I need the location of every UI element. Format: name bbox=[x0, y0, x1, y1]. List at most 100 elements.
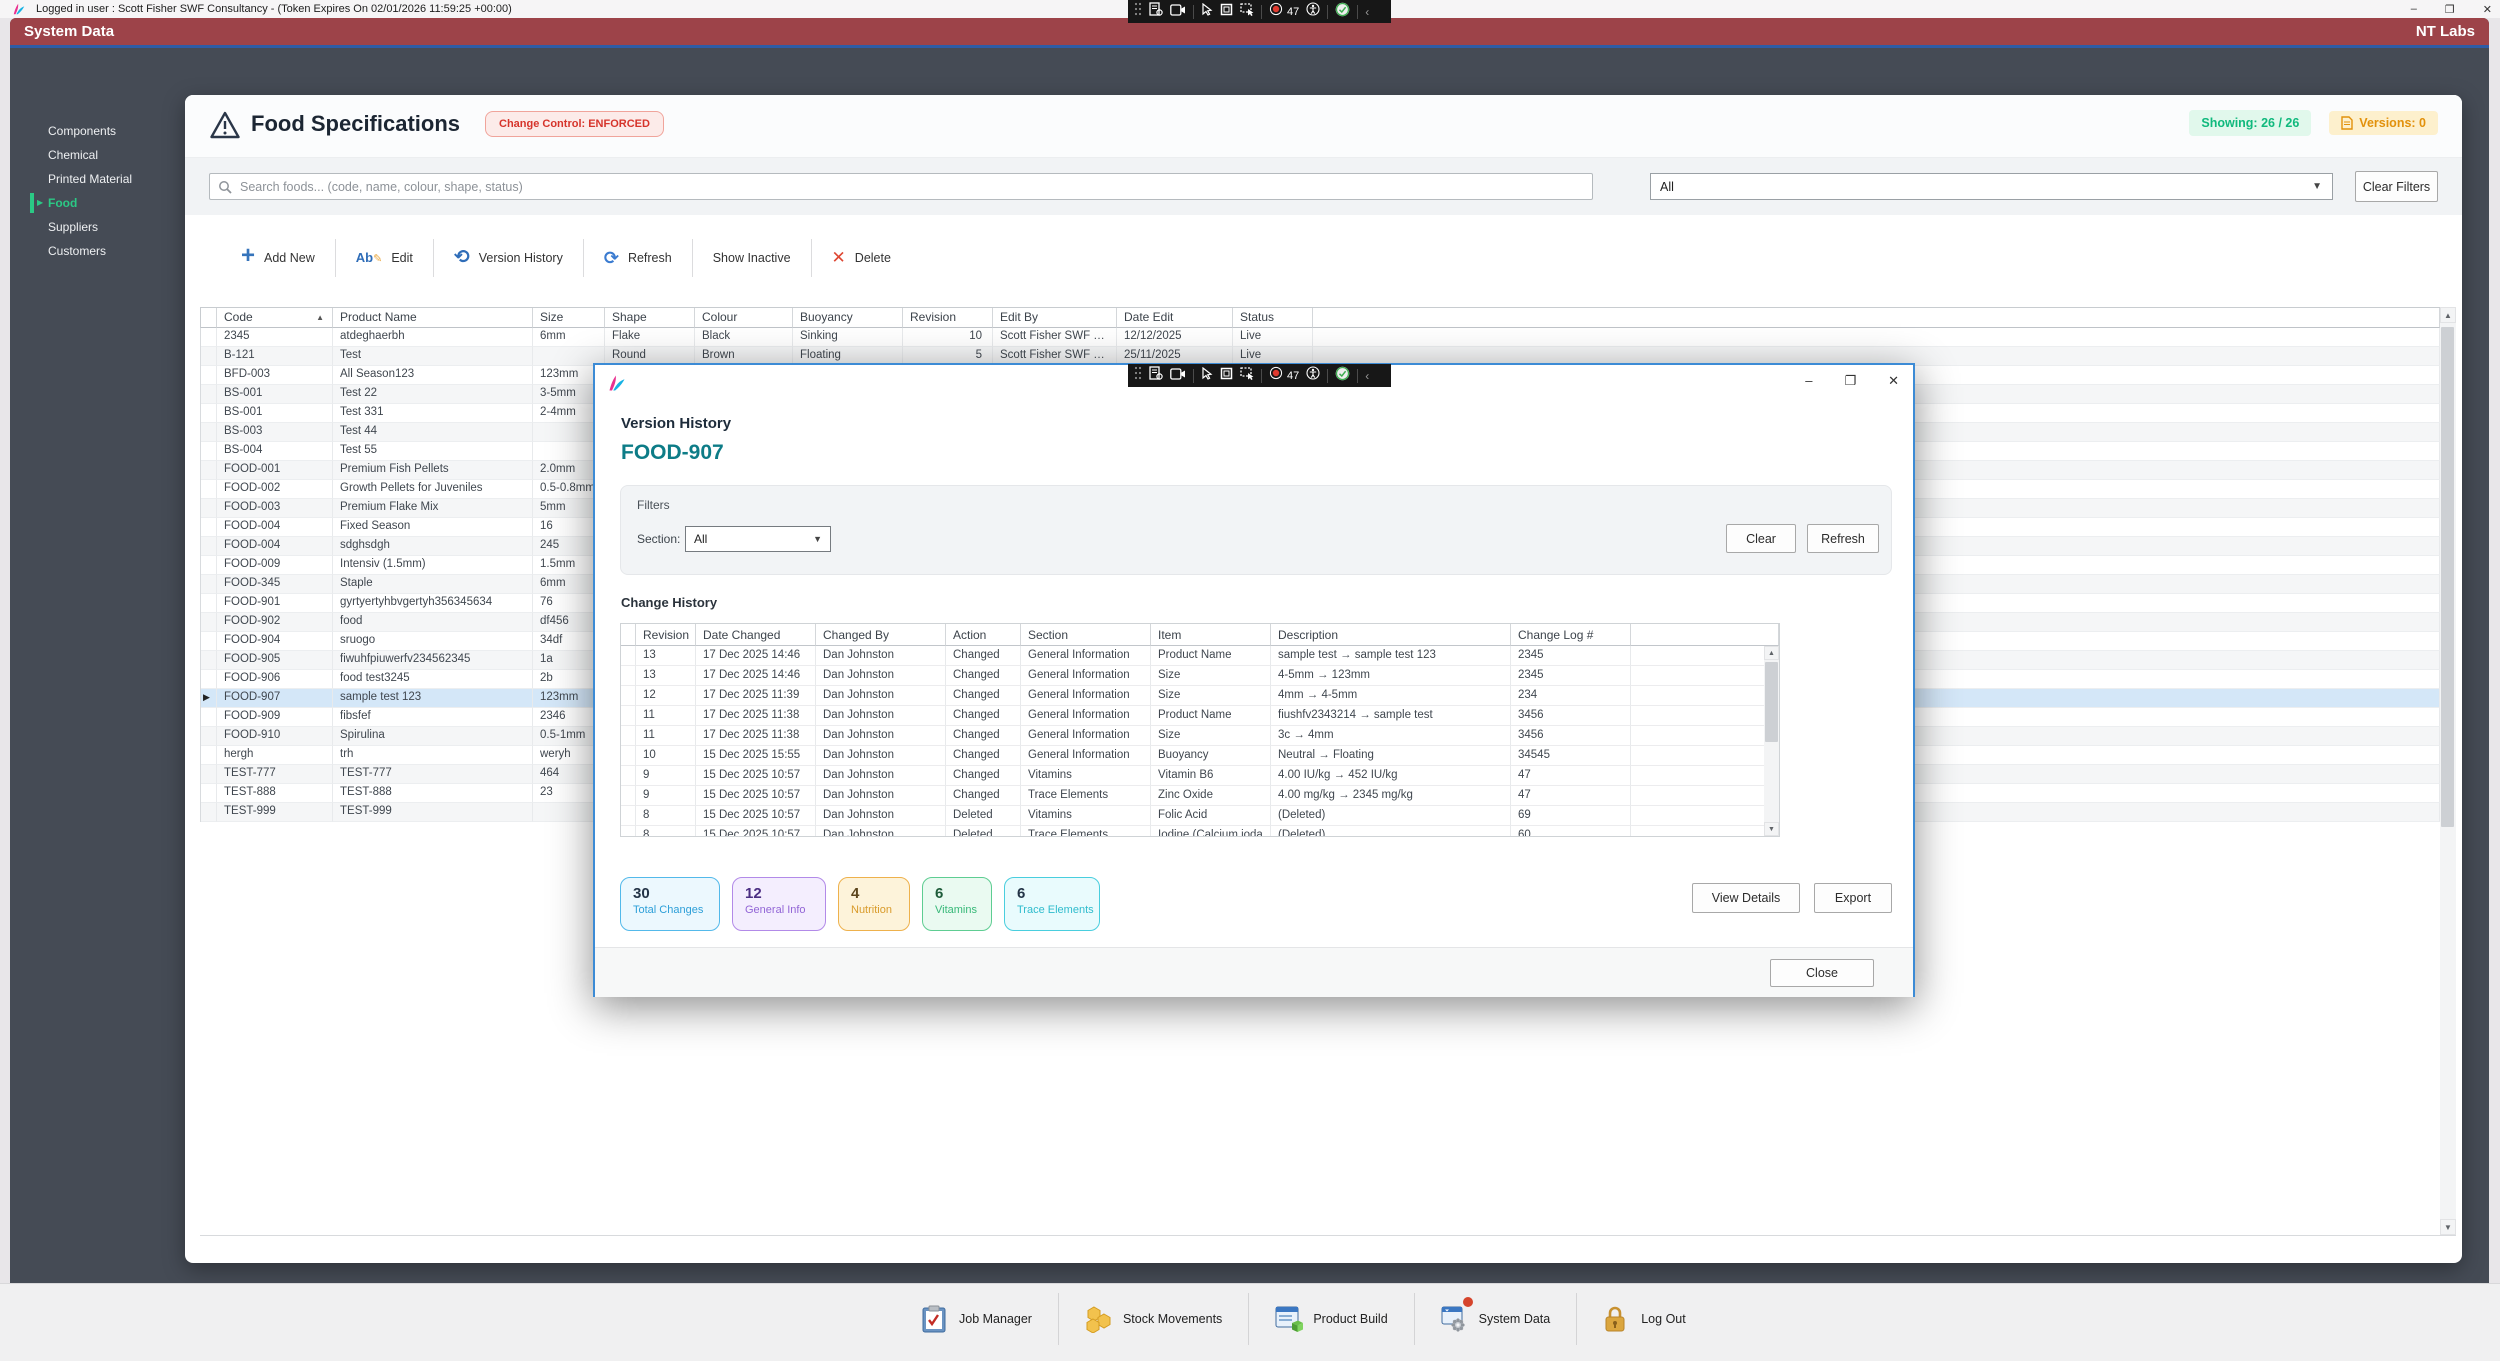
panel-header: Food Specifications Change Control: ENFO… bbox=[185, 95, 2462, 158]
history-table-row[interactable]: 12 17 Dec 2025 11:39 Dan Johnston Change… bbox=[621, 686, 1779, 706]
view-details-button[interactable]: View Details bbox=[1692, 883, 1800, 913]
trace-elements-label: Trace Elements bbox=[1017, 904, 1087, 916]
check-icon[interactable] bbox=[1335, 2, 1350, 22]
header-section[interactable]: Section bbox=[1021, 624, 1151, 646]
cell-revision: 12 bbox=[636, 686, 696, 706]
collapse-chevron-icon[interactable]: ‹ bbox=[1365, 370, 1369, 382]
header-buoyancy[interactable]: Buoyancy bbox=[793, 308, 903, 328]
header-item[interactable]: Item bbox=[1151, 624, 1271, 646]
history-table-row[interactable]: 9 15 Dec 2025 10:57 Dan Johnston Changed… bbox=[621, 766, 1779, 786]
accessibility-icon[interactable] bbox=[1306, 2, 1320, 21]
taskbar-item-product-build[interactable]: Product Build bbox=[1249, 1305, 1413, 1333]
sidebar-item[interactable]: ▶ Printed Material bbox=[48, 167, 178, 191]
sidebar-item[interactable]: ▶ Food bbox=[48, 191, 178, 215]
add-new-button[interactable]: +Add New bbox=[221, 247, 335, 268]
history-table-row[interactable]: 13 17 Dec 2025 14:46 Dan Johnston Change… bbox=[621, 646, 1779, 666]
section-dropdown[interactable]: All ▼ bbox=[685, 526, 831, 552]
search-input[interactable]: Search foods... (code, name, colour, sha… bbox=[209, 173, 1593, 200]
history-table-row[interactable]: 8 15 Dec 2025 10:57 Dan Johnston Deleted… bbox=[621, 806, 1779, 826]
history-table-row[interactable]: 13 17 Dec 2025 14:46 Dan Johnston Change… bbox=[621, 666, 1779, 686]
header-status[interactable]: Status bbox=[1233, 308, 1313, 328]
script-settings-icon[interactable] bbox=[1149, 2, 1163, 21]
history-table-row[interactable]: 8 15 Dec 2025 10:57 Dan Johnston Deleted… bbox=[621, 826, 1779, 837]
scrollbar-thumb[interactable] bbox=[2441, 327, 2454, 827]
collapse-chevron-icon[interactable]: ‹ bbox=[1365, 6, 1369, 18]
accessibility-icon[interactable] bbox=[1306, 366, 1320, 385]
header-colour[interactable]: Colour bbox=[695, 308, 793, 328]
refresh-button[interactable]: Refresh bbox=[1807, 524, 1879, 553]
scroll-up-icon[interactable]: ▲ bbox=[2440, 307, 2456, 323]
record-icon[interactable] bbox=[1269, 2, 1283, 21]
sidebar-item[interactable]: ▶ Customers bbox=[48, 239, 178, 263]
header-change-log[interactable]: Change Log # bbox=[1511, 624, 1631, 646]
export-button[interactable]: Export bbox=[1814, 883, 1892, 913]
cursor-icon[interactable] bbox=[1201, 3, 1213, 21]
version-history-button[interactable]: ⟲Version History bbox=[434, 248, 583, 267]
check-icon[interactable] bbox=[1335, 366, 1350, 386]
close-button[interactable]: ✕ bbox=[1888, 373, 1899, 389]
minimize-button[interactable]: – bbox=[1805, 373, 1812, 389]
drag-handle-icon[interactable] bbox=[1134, 366, 1142, 385]
history-table-row[interactable]: 9 15 Dec 2025 10:57 Dan Johnston Changed… bbox=[621, 786, 1779, 806]
clear-button[interactable]: Clear bbox=[1726, 524, 1796, 553]
maximize-button[interactable]: ❐ bbox=[2445, 3, 2455, 16]
cursor-icon[interactable] bbox=[1201, 367, 1213, 385]
header-revision[interactable]: Revision bbox=[636, 624, 696, 646]
sidebar-item[interactable]: ▶ Chemical bbox=[48, 143, 178, 167]
refresh-button[interactable]: ⟳Refresh bbox=[584, 249, 692, 267]
delete-button[interactable]: ✕Delete bbox=[812, 249, 911, 266]
taskbar-item-job-manager[interactable]: Job Manager bbox=[895, 1305, 1058, 1333]
taskbar-item-system-data[interactable]: System Data bbox=[1415, 1305, 1577, 1333]
sidebar-item[interactable]: ▶ Components bbox=[48, 119, 178, 143]
scroll-down-icon[interactable]: ▼ bbox=[1764, 822, 1779, 836]
header-code[interactable]: Code▲ bbox=[217, 308, 333, 328]
scroll-up-icon[interactable]: ▲ bbox=[1764, 646, 1779, 660]
drag-handle-icon[interactable] bbox=[1134, 2, 1142, 21]
header-date-changed[interactable]: Date Changed bbox=[696, 624, 816, 646]
history-scrollbar[interactable]: ▲ ▼ bbox=[1764, 646, 1779, 836]
history-table-row[interactable]: 10 15 Dec 2025 15:55 Dan Johnston Change… bbox=[621, 746, 1779, 766]
history-table-row[interactable]: 11 17 Dec 2025 11:38 Dan Johnston Change… bbox=[621, 706, 1779, 726]
versions-badge[interactable]: Versions: 0 bbox=[2329, 111, 2438, 135]
header-shape[interactable]: Shape bbox=[605, 308, 695, 328]
taskbar-item-label: System Data bbox=[1479, 1312, 1551, 1326]
capture-overlay-toolbar[interactable]: 47 ‹ bbox=[1128, 364, 1391, 387]
scrollbar-thumb[interactable] bbox=[1765, 662, 1778, 742]
region-select-icon[interactable] bbox=[1220, 3, 1233, 21]
script-settings-icon[interactable] bbox=[1149, 366, 1163, 385]
show-inactive-button[interactable]: Show Inactive bbox=[693, 251, 811, 265]
total-changes-card: 30 Total Changes bbox=[620, 877, 720, 931]
close-button[interactable]: ✕ bbox=[2483, 3, 2492, 16]
edit-button[interactable]: Ab✎Edit bbox=[336, 250, 433, 265]
scroll-down-icon[interactable]: ▼ bbox=[2440, 1219, 2456, 1235]
region-select-icon[interactable] bbox=[1220, 367, 1233, 385]
header-size[interactable]: Size bbox=[533, 308, 605, 328]
sidebar-item[interactable]: ▶ Suppliers bbox=[48, 215, 178, 239]
capture-overlay-toolbar[interactable]: 47 ‹ bbox=[1128, 0, 1391, 23]
category-filter-dropdown[interactable]: All ▼ bbox=[1650, 173, 2333, 200]
close-button[interactable]: Close bbox=[1770, 959, 1874, 987]
taskbar-item-log-out[interactable]: Log Out bbox=[1577, 1305, 1711, 1333]
header-date-edit[interactable]: Date Edit bbox=[1117, 308, 1233, 328]
food-table-row[interactable]: ▶ 2345 atdeghaerbh 6mm Flake Black Sinki… bbox=[201, 328, 2440, 347]
maximize-button[interactable]: ❐ bbox=[1844, 373, 1856, 389]
header-revision[interactable]: Revision bbox=[903, 308, 993, 328]
active-arrow-icon: ▶ bbox=[37, 198, 43, 207]
main-table-scrollbar[interactable]: ▲ ▼ bbox=[2440, 307, 2456, 1235]
cell-product-name: sdghsdgh bbox=[333, 537, 533, 556]
taskbar-item-stock-movements[interactable]: Stock Movements bbox=[1059, 1305, 1248, 1333]
cursor-region-icon[interactable] bbox=[1240, 367, 1254, 385]
cursor-region-icon[interactable] bbox=[1240, 3, 1254, 21]
header-edit-by[interactable]: Edit By bbox=[993, 308, 1117, 328]
header-product-name[interactable]: Product Name bbox=[333, 308, 533, 328]
clear-filters-button[interactable]: Clear Filters bbox=[2355, 171, 2438, 202]
header-action[interactable]: Action bbox=[946, 624, 1021, 646]
minimize-button[interactable]: – bbox=[2411, 3, 2417, 15]
camera-icon[interactable] bbox=[1170, 3, 1186, 21]
cell-date-changed: 15 Dec 2025 10:57 bbox=[696, 786, 816, 806]
header-description[interactable]: Description bbox=[1271, 624, 1511, 646]
camera-icon[interactable] bbox=[1170, 367, 1186, 385]
record-icon[interactable] bbox=[1269, 366, 1283, 385]
history-table-row[interactable]: 11 17 Dec 2025 11:38 Dan Johnston Change… bbox=[621, 726, 1779, 746]
header-changed-by[interactable]: Changed By bbox=[816, 624, 946, 646]
